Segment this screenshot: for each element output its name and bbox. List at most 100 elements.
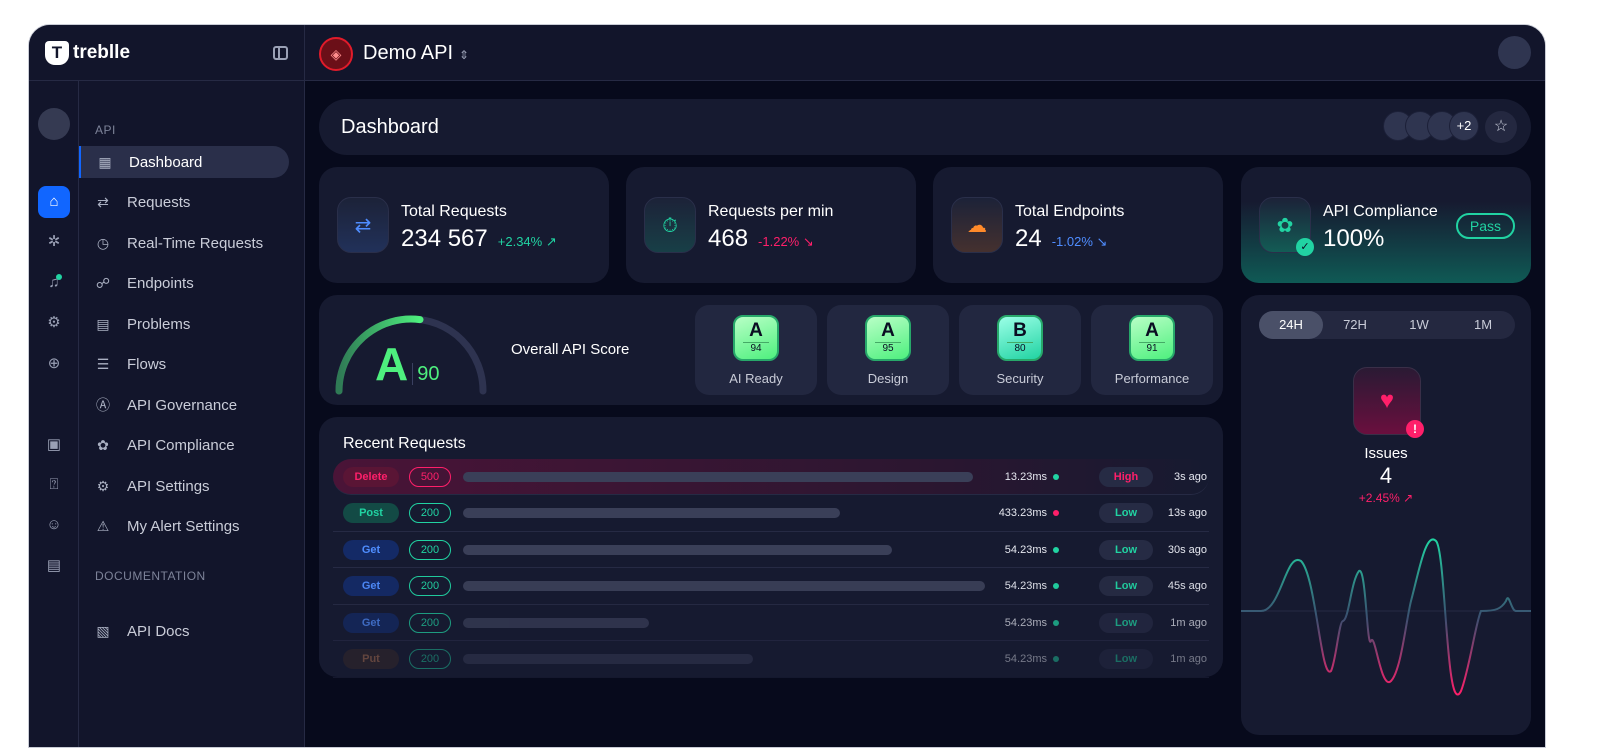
sidebar-item-api-compliance[interactable]: ✿ API Compliance — [79, 430, 289, 462]
stat-change: -1.22% ↘ — [758, 234, 814, 249]
score-ai-ready[interactable]: A 94 AI Ready — [695, 305, 817, 395]
sidebar-item-real-time-requests[interactable]: ◷ Real-Time Requests — [79, 227, 289, 259]
table-row[interactable]: Get 200 54.23ms Low 30s ago — [333, 532, 1209, 568]
dashboard-header: Dashboard +2 ☆ — [319, 99, 1531, 155]
tab-1w[interactable]: 1W — [1387, 311, 1451, 339]
severity-badge: Low — [1099, 612, 1153, 633]
gear-icon: ⚙ — [96, 477, 110, 494]
section-label: DOCUMENTATION — [95, 569, 206, 583]
response-time: 13.23ms — [1005, 471, 1059, 483]
compliance-value: 100% — [1323, 225, 1385, 252]
help-icon[interactable]: ⍰ — [38, 469, 70, 501]
score-name: Design — [867, 371, 909, 386]
api-compliance-card[interactable]: ✿ ✓ API Compliance 100% Pass — [1241, 167, 1531, 283]
user-avatar[interactable] — [1498, 36, 1531, 69]
method-badge: Put — [343, 649, 399, 669]
status-code: 500 — [409, 466, 451, 487]
sidebar-item-flows[interactable]: ☰ Flows — [79, 349, 289, 381]
status-dot — [1053, 583, 1059, 589]
sidebar-item-my-alert-settings[interactable]: ⚠ My Alert Settings — [79, 511, 289, 543]
overall-score: 90 — [412, 363, 440, 385]
stat-icon: ☁ — [951, 197, 1003, 253]
stat-label: Total Endpoints — [1015, 203, 1125, 220]
status-dot — [1053, 510, 1059, 516]
sidebar-item-label: Real-Time Requests — [127, 234, 264, 252]
status-code: 200 — [409, 539, 451, 560]
tab-72h[interactable]: 72H — [1323, 311, 1387, 339]
tab-24h[interactable]: 24H — [1259, 311, 1323, 339]
table-row[interactable]: Get 200 54.23ms Low 1m ago — [333, 605, 1209, 641]
plus-circle-icon[interactable]: ⊕ — [38, 348, 70, 380]
status-code: 200 — [409, 612, 451, 633]
sidebar-item-label: API Settings — [127, 477, 210, 495]
score-security[interactable]: B 80 Security — [959, 305, 1081, 395]
recent-requests-card: Recent Requests Delete 500 13.23ms High … — [319, 417, 1223, 678]
sidebar-item-api-docs[interactable]: ▧ API Docs — [79, 615, 289, 647]
treblle-logo-icon: T — [45, 41, 69, 65]
time-range-tabs: 24H 72H 1W 1M — [1259, 311, 1515, 339]
icon-rail: ⌂ ✲ ♫ ⚙ ⊕ ▣ ⍰ ☺ ▤ — [29, 81, 79, 747]
score-performance[interactable]: A 91 Performance — [1091, 305, 1213, 395]
sidebar-item-api-governance[interactable]: Ⓐ API Governance — [79, 389, 289, 421]
award-icon: ✿ ✓ — [1259, 197, 1314, 256]
api-score-card[interactable]: A 90 Overall API Score A 94 AI Ready A 95 Desi… — [319, 295, 1223, 405]
score-name: Security — [996, 371, 1044, 386]
bell-icon[interactable]: ♫ — [38, 267, 70, 299]
issues-label: Issues — [1364, 445, 1408, 462]
timestamp: 1m ago — [1170, 616, 1207, 629]
sidebar-item-endpoints[interactable]: ☍ Endpoints — [79, 268, 289, 300]
heart-pulse-icon: ♥! — [1353, 367, 1424, 438]
request-bar — [463, 654, 753, 664]
stat-card[interactable]: ⏱ Requests per min 468 -1.22% ↘ — [626, 167, 916, 283]
sidebar-item-problems[interactable]: ▤ Problems — [79, 308, 289, 340]
app-window: Ttreblle ◈ Demo API ⇕ ⌂ ✲ ♫ ⚙ ⊕ ▣ ⍰ ☺ ▤ A… — [28, 24, 1546, 748]
score-name: Performance — [1114, 371, 1190, 386]
sidebar-toggle-icon[interactable] — [273, 46, 288, 60]
tab-1m[interactable]: 1M — [1451, 311, 1515, 339]
stat-label: Requests per min — [708, 203, 834, 220]
logo[interactable]: Ttreblle — [45, 41, 130, 65]
home-icon[interactable]: ⌂ — [38, 186, 70, 218]
api-selector[interactable]: Demo API ⇕ — [363, 42, 469, 65]
score-name: AI Ready — [729, 371, 783, 386]
sidebar-item-dashboard[interactable]: ▦ Dashboard — [79, 146, 289, 178]
sidebar-item-label: Requests — [127, 194, 191, 211]
check-icon: ✓ — [1296, 238, 1314, 256]
table-row[interactable]: Post 200 433.23ms Low 13s ago — [333, 496, 1209, 532]
sidebar-item-api-settings[interactable]: ⚙ API Settings — [79, 470, 289, 502]
docs-icon[interactable]: ▤ — [38, 550, 70, 582]
sidebar-item-label: Flows — [127, 356, 167, 373]
severity-badge: High — [1099, 466, 1153, 487]
severity-badge: Low — [1099, 576, 1153, 596]
sidebar-item-requests[interactable]: ⇄ Requests — [79, 187, 289, 219]
status-dot — [1053, 656, 1059, 662]
severity-badge: Low — [1099, 503, 1153, 523]
request-bar — [463, 544, 893, 555]
method-badge: Delete — [343, 466, 399, 487]
star-icon[interactable]: ☆ — [1485, 111, 1517, 143]
status-code: 200 — [409, 503, 451, 523]
sidebar-item-label: Problems — [127, 315, 191, 333]
stat-card[interactable]: ☁ Total Endpoints 24 -1.02% ↘ — [933, 167, 1223, 283]
main-content: Dashboard +2 ☆ ⇄ Total Requests 234 567 +… — [305, 81, 1545, 747]
stat-value: 24 -1.02% ↘ — [1015, 225, 1108, 252]
stat-icon: ⇄ — [337, 197, 389, 253]
response-time: 54.23ms — [1005, 617, 1059, 629]
timer-icon: ◷ — [96, 234, 110, 251]
compliance-icon: ✿ — [97, 437, 109, 453]
table-row[interactable]: Put 200 54.23ms Low 1m ago — [333, 642, 1209, 678]
gear-icon[interactable]: ⚙ — [38, 307, 70, 339]
table-row[interactable]: Get 200 54.23ms Low 45s ago — [333, 569, 1209, 605]
stat-value: 468 -1.22% ↘ — [708, 225, 814, 252]
table-row[interactable]: Delete 500 13.23ms High 3s ago — [333, 459, 1209, 495]
status-dot — [1053, 546, 1059, 553]
score-design[interactable]: A 95 Design — [827, 305, 949, 395]
chat-icon[interactable]: ☺ — [38, 509, 70, 541]
stat-card[interactable]: ⇄ Total Requests 234 567 +2.34% ↗ — [319, 167, 609, 283]
avatar[interactable] — [38, 108, 70, 140]
book-icon[interactable]: ▣ — [38, 429, 70, 461]
request-bar — [463, 617, 649, 628]
warning-icon: ⚠ — [96, 518, 110, 534]
bug-icon[interactable]: ✲ — [38, 226, 70, 258]
member-avatars[interactable]: +2 — [1383, 111, 1479, 141]
